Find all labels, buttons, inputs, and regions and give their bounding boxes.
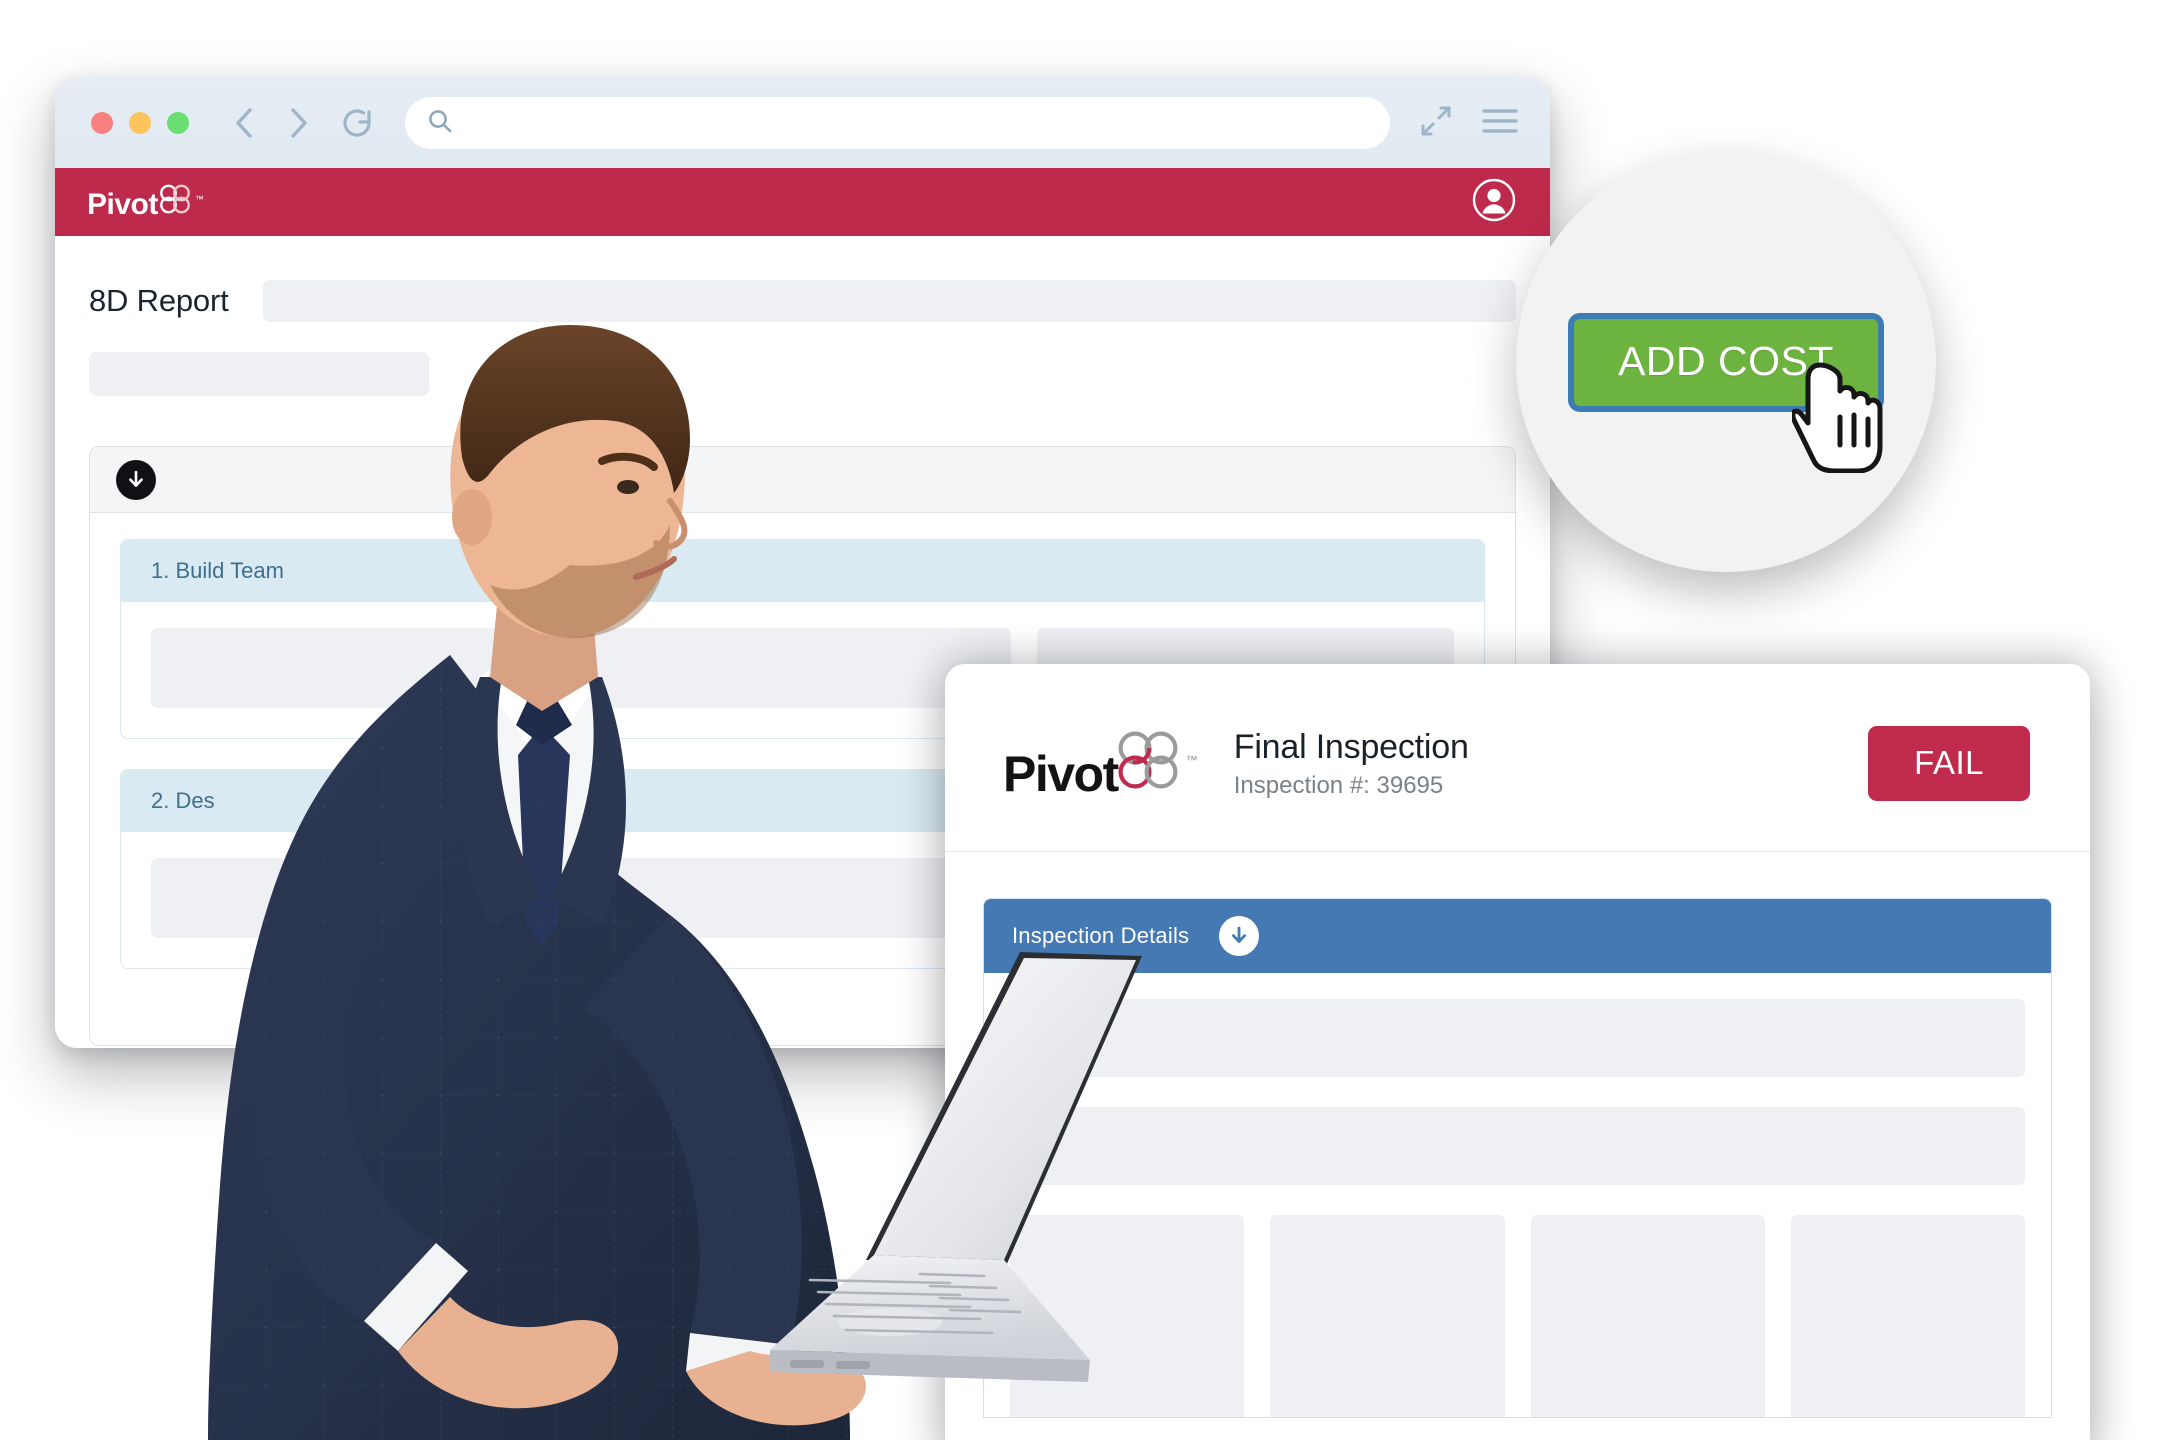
header-divider: [945, 851, 2090, 852]
pivot88-rings-icon: [159, 184, 193, 219]
inspection-title-block: Final Inspection Inspection #: 39695: [1234, 727, 1469, 799]
chevron-left-icon[interactable]: [231, 106, 257, 140]
add-cost-wrapper: ADD COST: [1568, 312, 1884, 473]
browser-chrome-actions[interactable]: [1420, 105, 1518, 142]
inspection-logo-trademark: ™: [1185, 753, 1198, 767]
hand-pointer-cursor: [1790, 357, 1888, 478]
page-root: Pivot ™ 8D Report 1. Build Team 2. Des P…: [0, 0, 2165, 1440]
app-logo[interactable]: Pivot ™: [87, 184, 204, 220]
status-badge: FAIL: [1868, 726, 2030, 801]
maximize-window-button[interactable]: [167, 112, 189, 134]
inspection-card-header: Pivot ™ Final Inspection Inspection #: 3…: [945, 664, 2090, 801]
close-window-button[interactable]: [91, 112, 113, 134]
open-laptop-icon: [770, 930, 1570, 1440]
laptop-port: [790, 1360, 824, 1368]
add-cost-callout-bubble: ADD COST: [1516, 152, 1936, 572]
browser-nav-controls[interactable]: [231, 105, 375, 141]
search-icon: [427, 108, 453, 139]
detail-column-placeholder: [1790, 1215, 2025, 1417]
inspection-title: Final Inspection: [1233, 728, 1469, 767]
app-logo-word: Pivot: [87, 188, 158, 221]
pivot88-rings-icon: [1118, 730, 1184, 797]
inspection-logo[interactable]: Pivot ™: [1003, 730, 1198, 802]
inspection-logo-word: Pivot: [1003, 746, 1119, 802]
chevron-right-icon[interactable]: [285, 106, 311, 140]
laptop-port: [836, 1361, 870, 1369]
inspection-number: Inspection #: 39695: [1233, 771, 1444, 799]
hamburger-menu-icon[interactable]: [1482, 107, 1518, 140]
laptop-lid: [874, 958, 1136, 1260]
laptop-base: [770, 1255, 1090, 1360]
user-avatar-icon[interactable]: [1472, 178, 1516, 227]
url-search-bar[interactable]: [405, 97, 1390, 149]
reload-icon[interactable]: [339, 105, 375, 141]
window-traffic-lights[interactable]: [91, 112, 189, 134]
expand-arrows-icon[interactable]: [1420, 105, 1452, 142]
browser-chrome: [55, 78, 1550, 168]
app-logo-trademark: ™: [194, 194, 204, 204]
minimize-window-button[interactable]: [129, 112, 151, 134]
